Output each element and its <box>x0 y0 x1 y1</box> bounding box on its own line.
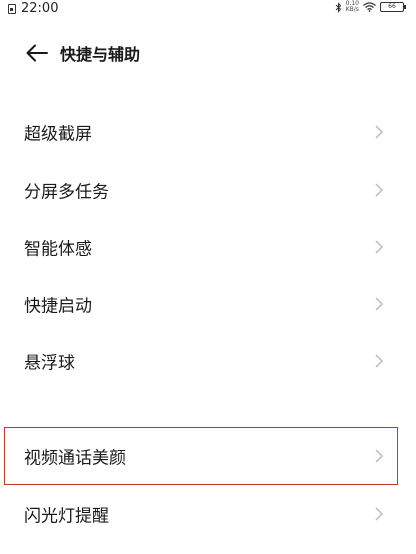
arrow-left-icon <box>26 44 48 62</box>
battery-icon: 66 <box>380 2 406 12</box>
bluetooth-icon <box>335 1 341 13</box>
chevron-right-icon <box>375 183 384 197</box>
list-item-floating-ball[interactable]: 悬浮球 <box>0 333 416 389</box>
status-time: 22:00 <box>21 1 59 16</box>
status-bar: 22:00 0.10 KB/s 66 <box>0 0 416 18</box>
net-speed-unit: KB/s <box>345 6 359 13</box>
sim-icon <box>8 3 16 14</box>
back-button[interactable] <box>24 40 50 66</box>
list-item-super-screenshot[interactable]: 超级截屏 <box>0 104 416 160</box>
list-item-label: 闪光灯提醒 <box>24 506 109 527</box>
list-item-video-call-beauty[interactable]: 视频通话美颜 <box>0 428 416 484</box>
list-item-smart-motion[interactable]: 智能体感 <box>0 219 416 275</box>
list-item-label: 视频通话美颜 <box>24 448 126 469</box>
list-item-label: 分屏多任务 <box>24 182 109 203</box>
list-item-label: 超级截屏 <box>24 124 92 145</box>
list-item-flash-reminder[interactable]: 闪光灯提醒 <box>0 486 416 542</box>
status-right: 0.10 KB/s 66 <box>335 1 406 13</box>
chevron-right-icon <box>375 354 384 368</box>
chevron-right-icon <box>375 125 384 139</box>
status-left: 22:00 <box>8 1 58 16</box>
chevron-right-icon <box>375 240 384 254</box>
page-title: 快捷与辅助 <box>60 45 141 64</box>
wifi-icon <box>363 2 376 12</box>
chevron-right-icon <box>375 507 384 521</box>
list-item-split-screen[interactable]: 分屏多任务 <box>0 162 416 218</box>
header: 快捷与辅助 <box>0 36 416 70</box>
list-item-label: 悬浮球 <box>24 353 75 374</box>
chevron-right-icon <box>375 449 384 463</box>
list-item-label: 智能体感 <box>24 239 92 260</box>
net-speed: 0.10 KB/s <box>346 1 359 13</box>
list-item-label: 快捷启动 <box>24 296 92 317</box>
list-item-quick-launch[interactable]: 快捷启动 <box>0 276 416 332</box>
chevron-right-icon <box>375 297 384 311</box>
